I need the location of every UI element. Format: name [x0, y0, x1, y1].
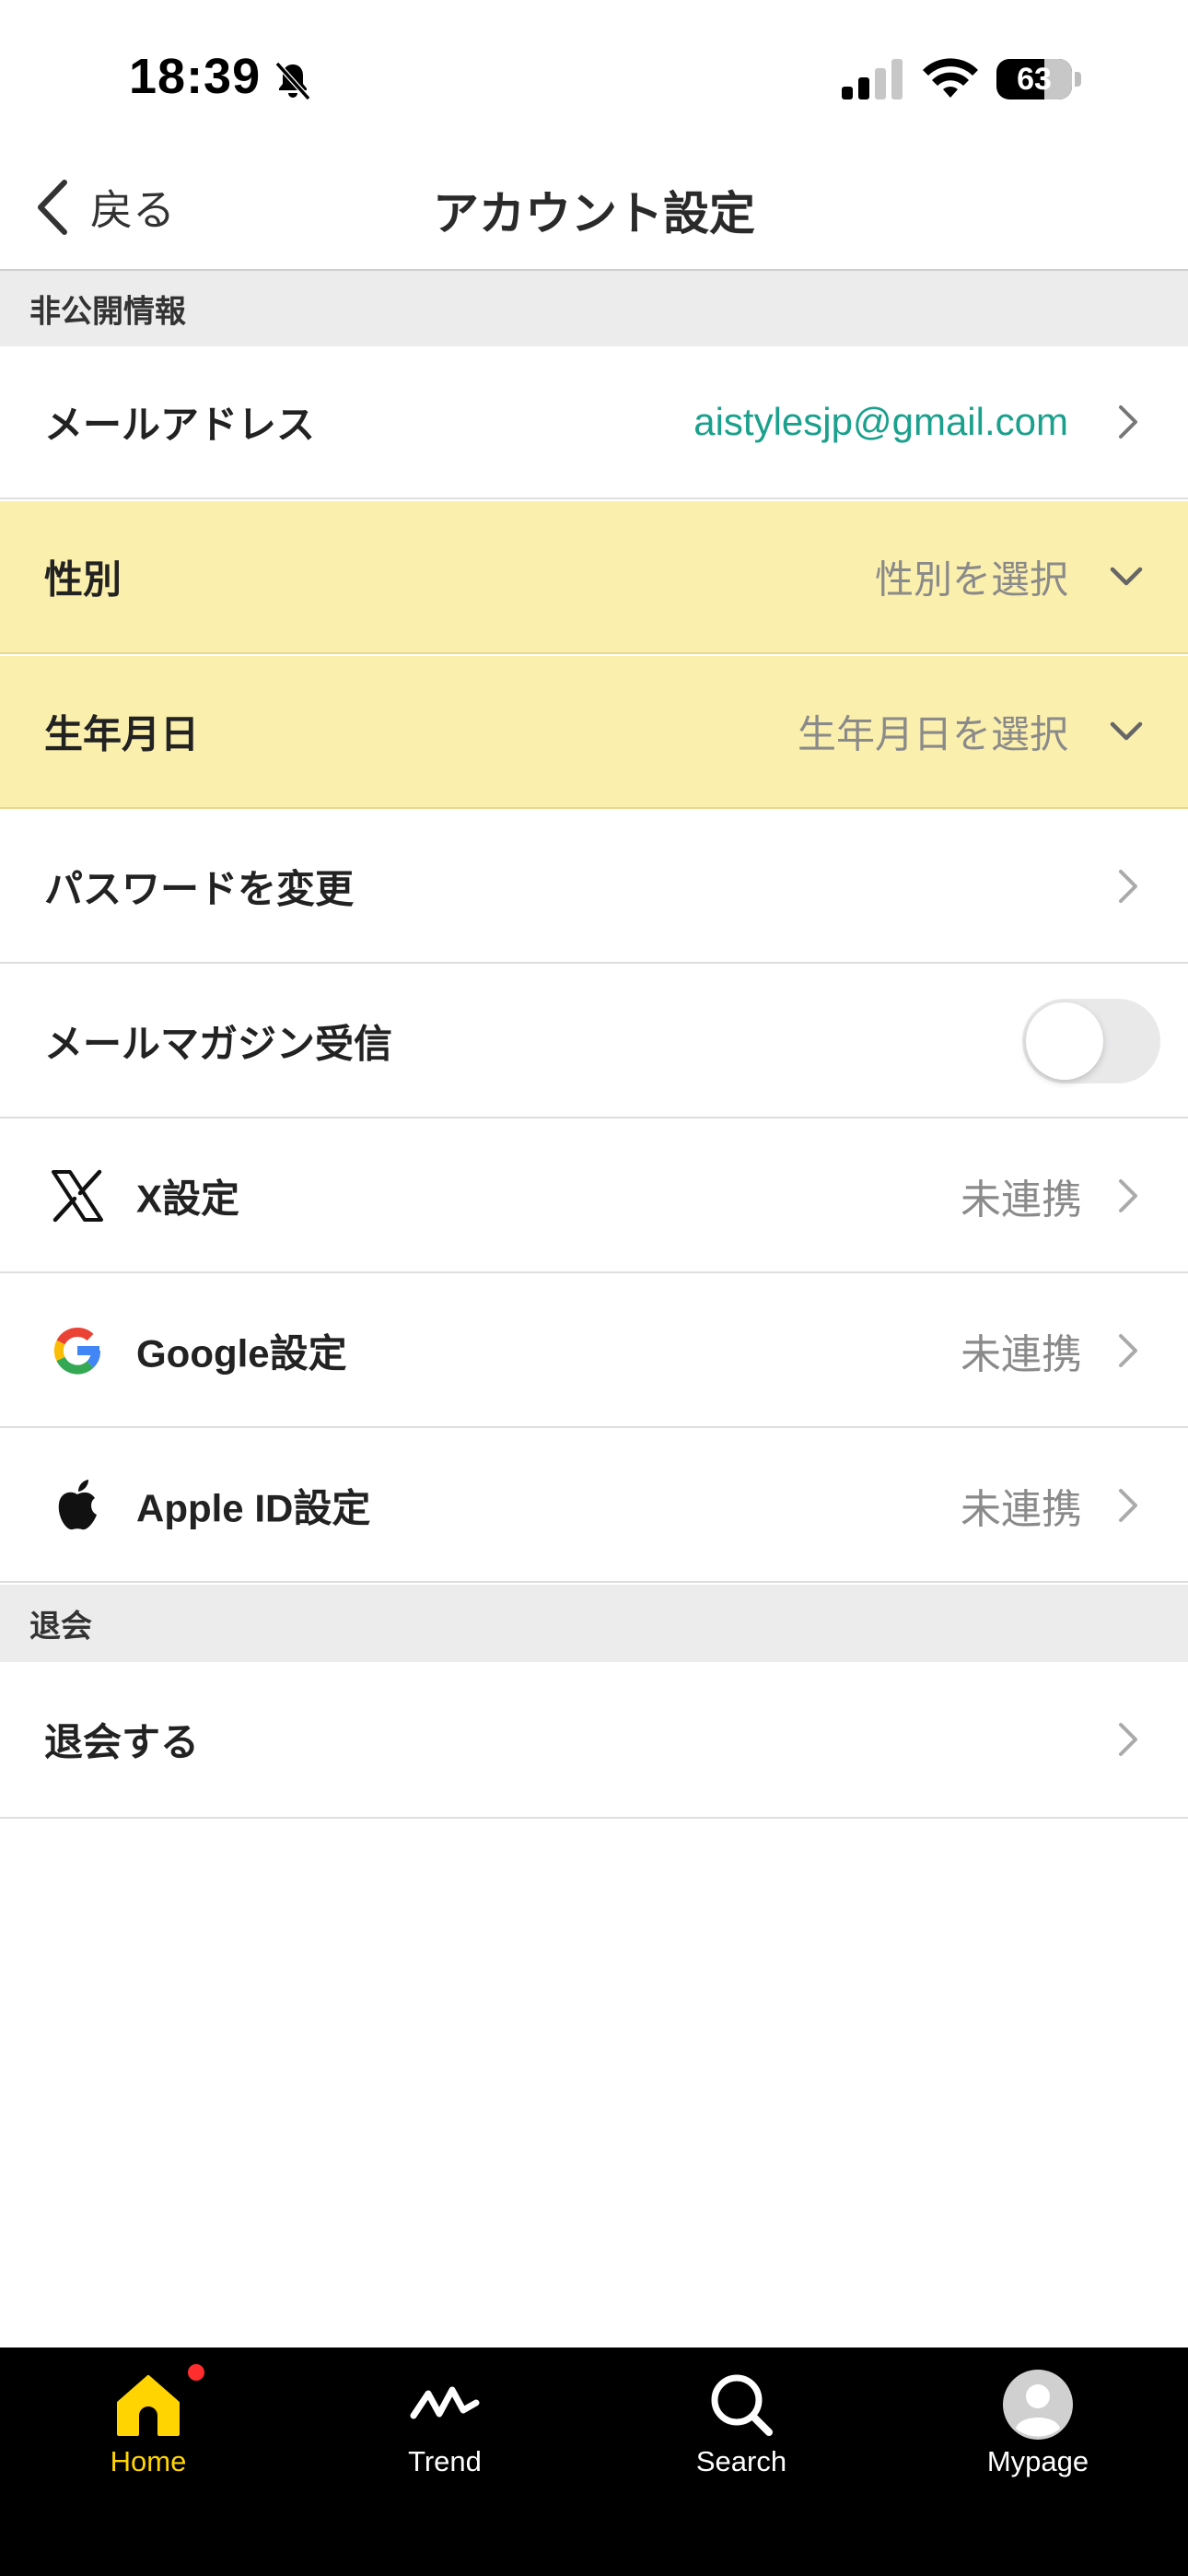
- withdraw-row[interactable]: 退会する: [0, 1662, 1188, 1819]
- tab-home[interactable]: Home: [0, 2348, 297, 2513]
- chevron-down-icon: [1110, 721, 1143, 741]
- withdraw-label: 退会する: [44, 1720, 200, 1764]
- gender-row[interactable]: 性別 性別を選択: [0, 501, 1188, 654]
- wifi-icon: [923, 58, 978, 98]
- email-row[interactable]: メールアドレス aistylesjp@gmail.com: [0, 346, 1188, 499]
- gender-label: 性別: [44, 557, 122, 602]
- google-link-status: 未連携: [961, 1332, 1082, 1377]
- battery-indicator: 63: [996, 59, 1081, 100]
- chevron-right-icon: [1119, 1723, 1137, 1756]
- x-logo-icon: [52, 1169, 103, 1223]
- battery-percent: 63: [1017, 62, 1052, 97]
- change-password-label: パスワードを変更: [44, 867, 355, 911]
- newsletter-row: メールマガジン受信: [0, 966, 1188, 1118]
- apple-link-status: 未連携: [961, 1487, 1082, 1532]
- apple-id-settings-label: Apple ID設定: [136, 1486, 371, 1530]
- page-title: アカウント設定: [433, 188, 755, 240]
- apple-logo-icon: [58, 1480, 97, 1530]
- birthday-label: 生年月日: [44, 712, 200, 756]
- x-settings-label: X設定: [136, 1177, 240, 1221]
- section-title: 退会: [29, 1609, 92, 1645]
- chevron-right-icon: [1119, 405, 1137, 439]
- section-header-withdraw: 退会: [0, 1585, 1188, 1662]
- gender-placeholder: 性別を選択: [874, 557, 1068, 602]
- chevron-right-icon: [1119, 1489, 1137, 1522]
- trend-icon: [410, 2386, 480, 2419]
- tab-trend[interactable]: Trend: [297, 2348, 593, 2513]
- search-icon: [711, 2374, 773, 2436]
- tab-label: Home: [110, 2445, 187, 2477]
- cellular-signal-icon: [842, 59, 903, 100]
- toggle-knob: [1026, 1002, 1103, 1080]
- section-header-private-info: 非公開情報: [0, 271, 1188, 346]
- chevron-down-icon: [1110, 567, 1143, 586]
- email-label: メールアドレス: [44, 403, 316, 447]
- chevron-right-icon: [1119, 1334, 1137, 1367]
- x-settings-row[interactable]: X設定 未連携: [0, 1120, 1188, 1273]
- newsletter-toggle[interactable]: [1022, 999, 1160, 1083]
- birthday-row[interactable]: 生年月日 生年月日を選択: [0, 656, 1188, 809]
- email-value: aistylesjp@gmail.com: [693, 400, 1068, 443]
- status-time: 18:39: [129, 49, 262, 104]
- apple-id-settings-row[interactable]: Apple ID設定 未連携: [0, 1430, 1188, 1583]
- bell-slash-icon: [274, 61, 311, 101]
- x-link-status: 未連携: [961, 1177, 1082, 1223]
- tab-label: Search: [695, 2445, 787, 2477]
- section-title: 非公開情報: [29, 294, 186, 330]
- chevron-right-icon: [1119, 870, 1137, 903]
- tab-label: Mypage: [986, 2445, 1089, 2477]
- avatar-icon: [1003, 2370, 1073, 2440]
- google-settings-label: Google設定: [136, 1331, 347, 1376]
- tab-bar: Home Trend Search Mypage: [0, 2348, 1188, 2576]
- google-settings-row[interactable]: Google設定 未連携: [0, 1275, 1188, 1428]
- tab-mypage[interactable]: Mypage: [890, 2348, 1186, 2513]
- notification-badge: [188, 2364, 204, 2381]
- newsletter-label: メールマガジン受信: [44, 1022, 393, 1066]
- birthday-placeholder: 生年月日を選択: [797, 712, 1068, 756]
- tab-search[interactable]: Search: [593, 2348, 890, 2513]
- change-password-row[interactable]: パスワードを変更: [0, 811, 1188, 964]
- tab-label: Trend: [408, 2445, 482, 2477]
- home-icon: [117, 2375, 180, 2436]
- google-logo-icon: [53, 1327, 100, 1375]
- chevron-right-icon: [1119, 1179, 1137, 1212]
